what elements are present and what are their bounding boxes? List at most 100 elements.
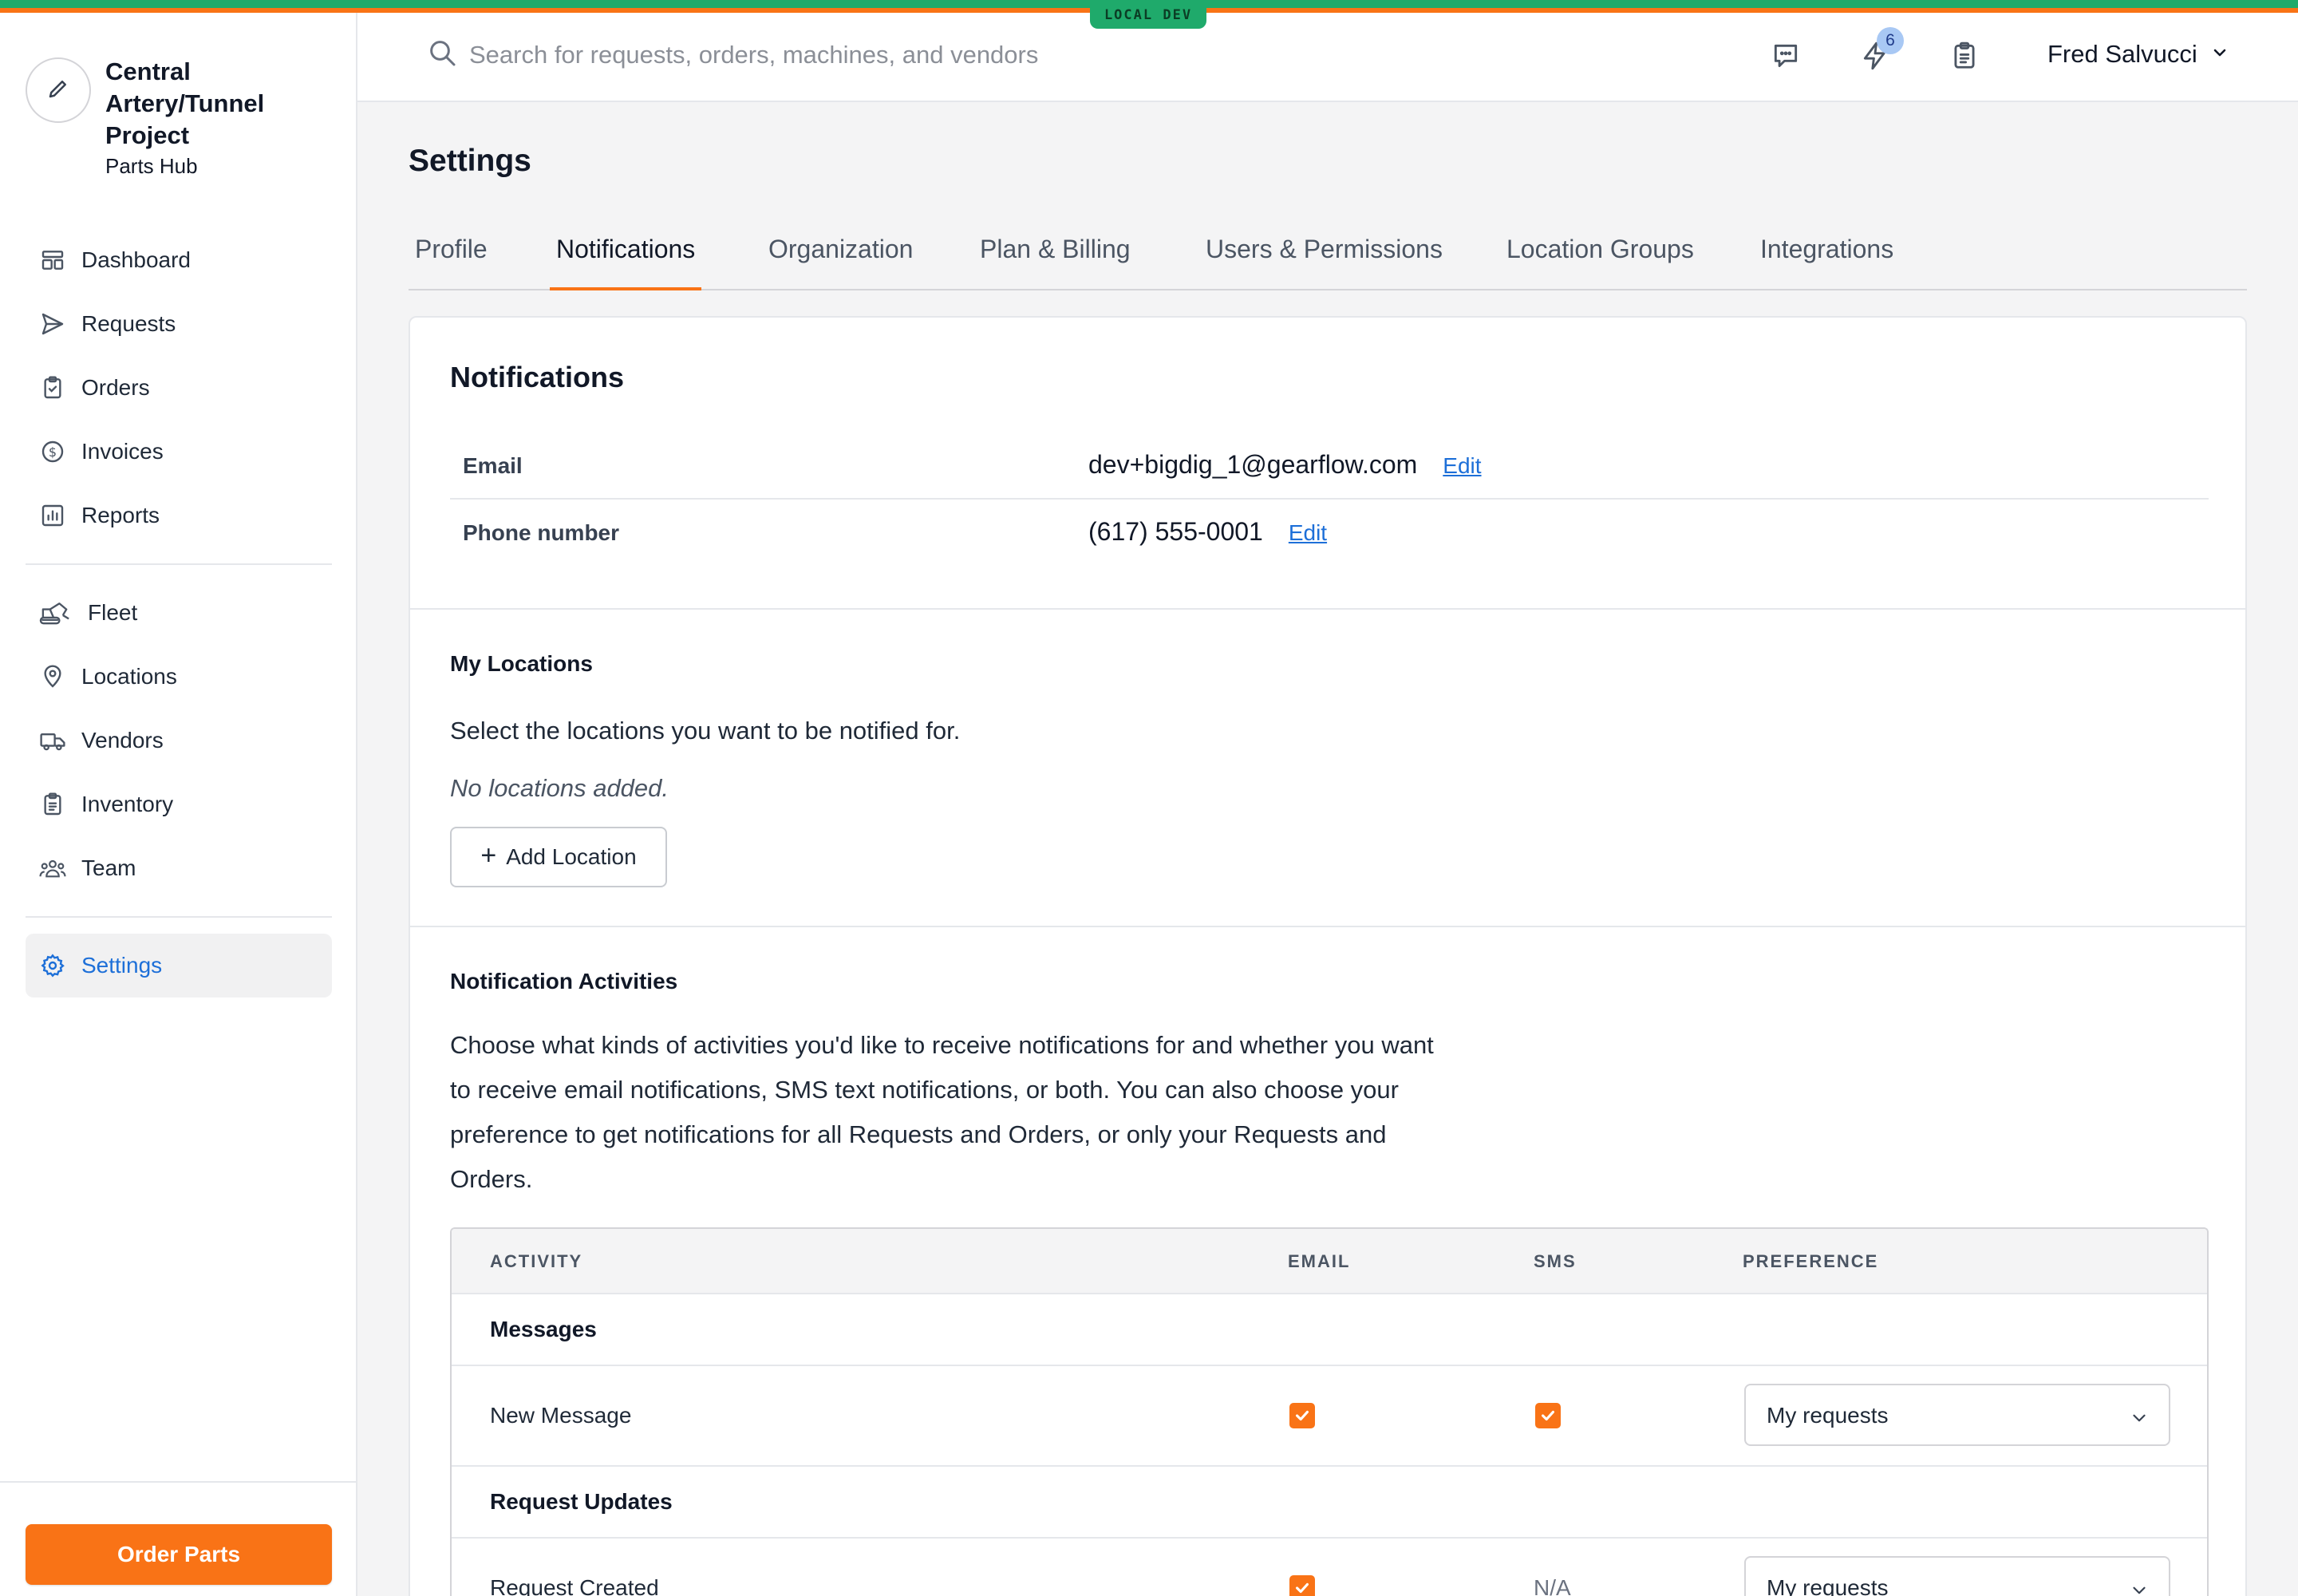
sidebar-item-label: Dashboard: [81, 247, 191, 272]
col-email: EMAIL: [1288, 1251, 1351, 1271]
col-preference: PREFERENCE: [1743, 1251, 1879, 1271]
clipboard-check-icon: [38, 373, 67, 402]
activities-table: ACTIVITY EMAIL SMS PREFERENCE Messages N…: [450, 1227, 2209, 1596]
sidebar-item-label: Reports: [81, 503, 160, 527]
sidebar-item-inventory[interactable]: Inventory: [26, 772, 332, 836]
sidebar-item-settings[interactable]: Settings: [26, 934, 332, 998]
group-row: Request Updates: [452, 1467, 2207, 1539]
preference-select[interactable]: My requests: [1744, 1384, 2170, 1446]
nav-divider: [26, 563, 332, 565]
email-row: Email dev+bigdig_1@gearflow.com Edit: [450, 433, 2209, 500]
email-label: Email: [463, 453, 523, 478]
table-row: Request Created N/A My requests: [452, 1539, 2207, 1596]
no-locations-text: No locations added.: [450, 774, 669, 802]
tab-users-permissions[interactable]: Users & Permissions: [1199, 235, 1449, 290]
sidebar-item-team[interactable]: Team: [26, 836, 332, 900]
dashboard-icon: [38, 246, 67, 275]
env-badge: LOCAL DEV: [1090, 0, 1206, 29]
sidebar-item-label: Inventory: [81, 792, 174, 816]
lightning-icon[interactable]: 6: [1858, 27, 1904, 73]
activity-name: Request Created: [490, 1575, 659, 1596]
sidebar-nav: Dashboard Requests Orders $ Invoices Rep…: [26, 228, 332, 998]
my-locations-title: My Locations: [450, 651, 593, 676]
plus-icon: +: [480, 839, 497, 871]
sidebar-item-fleet[interactable]: Fleet: [26, 581, 332, 645]
edit-phone-link[interactable]: Edit: [1289, 520, 1327, 545]
phone-value: (617) 555-0001: [1088, 517, 1263, 546]
sidebar-item-label: Fleet: [88, 600, 138, 625]
sidebar-footer: Order Parts: [0, 1481, 356, 1596]
notification-activities-description: Choose what kinds of activities you'd li…: [450, 1031, 1434, 1193]
org-name: Central Artery/Tunnel Project: [105, 57, 265, 149]
tab-location-groups[interactable]: Location Groups: [1500, 235, 1700, 290]
group-title: Request Updates: [490, 1489, 673, 1514]
team-icon: [38, 854, 67, 883]
sidebar-item-label: Team: [81, 855, 136, 880]
section-divider: [410, 926, 2245, 927]
gear-icon: [38, 951, 67, 980]
tab-profile[interactable]: Profile: [409, 235, 494, 290]
sms-not-available: N/A: [1534, 1575, 1571, 1596]
order-parts-button[interactable]: Order Parts: [26, 1524, 332, 1585]
bar-chart-icon: [38, 501, 67, 530]
page-title: Settings: [409, 144, 531, 178]
email-checkbox[interactable]: [1289, 1403, 1315, 1428]
sidebar-item-invoices[interactable]: $ Invoices: [26, 420, 332, 484]
group-row: Messages: [452, 1294, 2207, 1366]
activity-name: New Message: [490, 1403, 632, 1428]
tab-notifications[interactable]: Notifications: [550, 235, 702, 290]
preference-value: My requests: [1767, 1403, 1889, 1428]
chevron-down-icon: [2133, 1414, 2146, 1422]
add-location-label: Add Location: [506, 844, 637, 869]
clipboard-icon[interactable]: [1947, 38, 1982, 73]
org-subtitle: Parts Hub: [105, 154, 198, 178]
notification-activities-title: Notification Activities: [450, 969, 678, 994]
phone-value-wrap: (617) 555-0001 Edit: [1088, 517, 1327, 547]
section-divider: [410, 608, 2245, 610]
email-value-wrap: dev+bigdig_1@gearflow.com Edit: [1088, 450, 1482, 480]
search-icon: [426, 37, 458, 73]
sidebar-item-label: Invoices: [81, 439, 164, 464]
nav-divider: [26, 916, 332, 918]
chevron-down-icon: [2133, 1586, 2146, 1594]
clipboard-list-icon: [38, 790, 67, 819]
excavator-icon: [38, 598, 73, 627]
paper-plane-icon: [38, 310, 67, 338]
tab-integrations[interactable]: Integrations: [1754, 235, 1900, 290]
sidebar-item-reports[interactable]: Reports: [26, 484, 332, 547]
org-switcher[interactable]: Central Artery/Tunnel Project Parts Hub: [26, 57, 297, 180]
map-pin-icon: [38, 662, 67, 691]
sidebar-item-label: Settings: [81, 953, 163, 978]
email-checkbox[interactable]: [1289, 1575, 1315, 1596]
sidebar-item-dashboard[interactable]: Dashboard: [26, 228, 332, 292]
edit-email-link[interactable]: Edit: [1443, 453, 1481, 478]
phone-row: Phone number (617) 555-0001 Edit: [450, 500, 2209, 567]
table-header: ACTIVITY EMAIL SMS PREFERENCE: [452, 1229, 2207, 1294]
user-menu[interactable]: Fred Salvucci: [2047, 40, 2229, 69]
sidebar-item-label: Locations: [81, 664, 177, 689]
sms-checkbox[interactable]: [1535, 1403, 1561, 1428]
org-avatar[interactable]: [26, 57, 91, 123]
tab-plan-billing[interactable]: Plan & Billing: [973, 235, 1137, 290]
sidebar-item-orders[interactable]: Orders: [26, 356, 332, 420]
search-bar[interactable]: [426, 37, 1187, 73]
sidebar: Central Artery/Tunnel Project Parts Hub …: [0, 13, 357, 1596]
sidebar-item-requests[interactable]: Requests: [26, 292, 332, 356]
table-row: New Message My requests: [452, 1366, 2207, 1467]
tab-organization[interactable]: Organization: [762, 235, 919, 290]
pencil-icon: [46, 77, 70, 105]
phone-label: Phone number: [463, 520, 620, 545]
add-location-button[interactable]: + Add Location: [450, 827, 667, 887]
email-value: dev+bigdig_1@gearflow.com: [1088, 450, 1418, 479]
sidebar-item-label: Requests: [81, 311, 176, 336]
user-name: Fred Salvucci: [2047, 40, 2197, 68]
chat-icon[interactable]: [1768, 38, 1803, 73]
truck-icon: [38, 726, 67, 755]
preference-select[interactable]: My requests: [1744, 1556, 2170, 1596]
group-title: Messages: [490, 1317, 597, 1341]
sidebar-item-label: Vendors: [81, 728, 164, 753]
sidebar-item-vendors[interactable]: Vendors: [26, 709, 332, 772]
sidebar-item-label: Orders: [81, 375, 150, 400]
sidebar-item-locations[interactable]: Locations: [26, 645, 332, 709]
search-input[interactable]: [469, 40, 1187, 69]
